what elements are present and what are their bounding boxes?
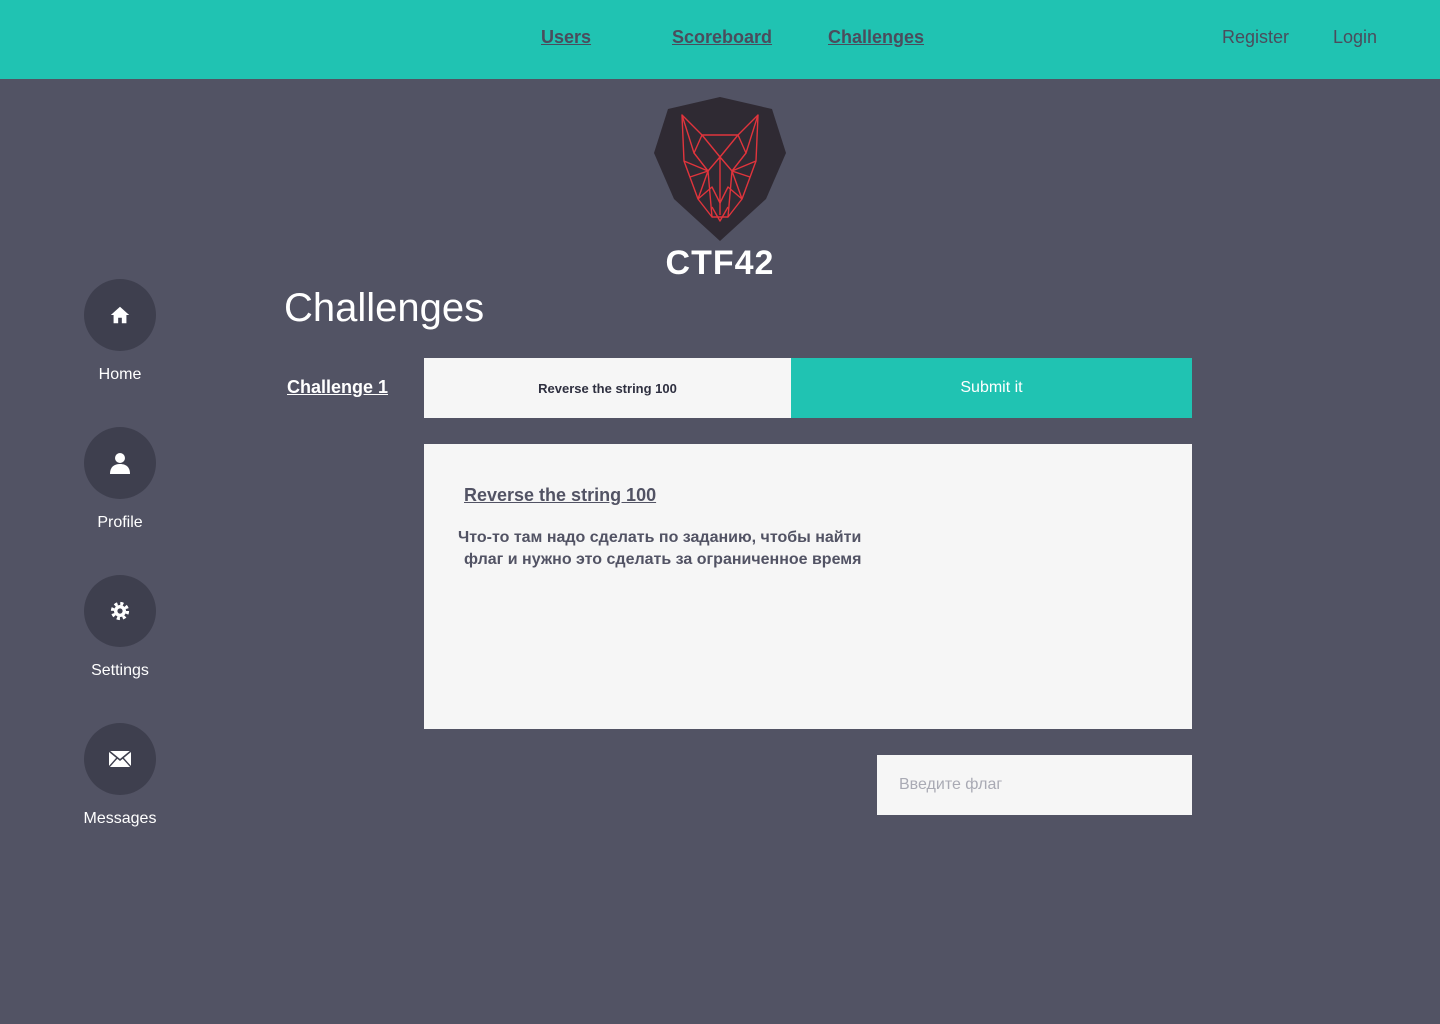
page-title: Challenges [284,286,485,330]
brand-name: CTF42 [665,244,775,282]
nav-link-challenges[interactable]: Challenges [828,27,924,48]
sidebar-item-messages[interactable]: Messages [60,723,180,828]
top-navbar: Users Scoreboard Challenges Register Log… [0,0,1440,79]
login-link[interactable]: Login [1333,27,1377,48]
home-icon [84,279,156,351]
sidebar-item-label: Settings [91,662,149,679]
sidebar-item-home[interactable]: Home [60,279,180,384]
challenge-link[interactable]: Challenge 1 [287,377,388,398]
user-icon [84,427,156,499]
card-description: Что-то там надо сделать по заданию, чтоб… [458,527,938,571]
card-title: Reverse the string 100 [464,485,657,505]
sidebar-item-label: Profile [97,514,143,531]
submit-button[interactable]: Submit it [791,358,1192,418]
sidebar-item-profile[interactable]: Profile [60,427,180,532]
nav-link-users[interactable]: Users [541,27,591,48]
flag-input[interactable] [877,755,1192,815]
challenge-tab[interactable]: Reverse the string 100 [424,358,791,418]
register-link[interactable]: Register [1222,27,1289,48]
sidebar-item-label: Home [98,366,142,383]
envelope-icon [84,723,156,795]
wolf-shield-icon [654,95,786,243]
card-description-line: флаг и нужно это сделать за ограниченное… [464,551,862,568]
challenge-card: Reverse the string 100 Что-то там надо с… [424,444,1192,729]
sidebar-item-settings[interactable]: Settings [60,575,180,680]
sidebar-item-label: Messages [83,810,157,827]
card-description-line: Что-то там надо сделать по заданию, чтоб… [458,529,862,546]
gear-icon [84,575,156,647]
nav-link-scoreboard[interactable]: Scoreboard [672,27,772,48]
